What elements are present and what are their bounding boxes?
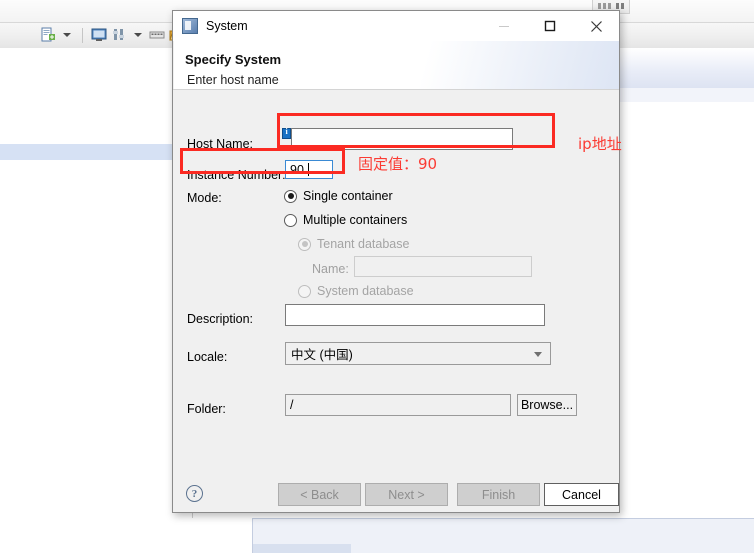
radio-system-database-label: System database <box>317 284 414 298</box>
system-window-icon <box>182 18 198 34</box>
ide-bottom-view-tab[interactable] <box>253 544 351 553</box>
locale-selected-value: 中文 (中国) <box>291 348 353 362</box>
locale-label: Locale: <box>187 350 228 364</box>
radio-multiple-containers[interactable]: Multiple containers <box>284 213 407 227</box>
annotation-instance-number-text: 固定值：90 <box>358 155 438 173</box>
ide-selected-row[interactable] <box>0 144 191 160</box>
text-caret <box>308 163 309 176</box>
radio-single-container-label: Single container <box>303 189 393 203</box>
system-monitor-icon[interactable] <box>91 27 107 43</box>
locale-select[interactable]: 中文 (中国) <box>285 342 551 365</box>
radio-system-database: System database <box>298 284 414 298</box>
keyboard-icon[interactable] <box>149 27 165 43</box>
dialog-footer: ? < Back Next > Finish Cancel <box>174 476 619 512</box>
instance-number-label: Instance Number: <box>187 168 286 182</box>
page-title: Specify System <box>185 52 282 67</box>
radio-tenant-database-label: Tenant database <box>317 237 410 251</box>
radio-button-icon[interactable] <box>284 189 297 203</box>
radio-single-container[interactable]: Single container <box>284 189 393 203</box>
annotation-host-name-text: ip地址 <box>578 135 622 153</box>
host-name-label: Host Name: <box>187 137 253 151</box>
mode-label: Mode: <box>187 191 222 205</box>
close-icon[interactable] <box>573 11 619 41</box>
chevron-down-icon[interactable] <box>534 351 542 357</box>
host-name-input[interactable] <box>291 128 513 150</box>
description-input[interactable] <box>285 304 545 326</box>
info-decoration-icon <box>282 127 291 139</box>
dialog-header: Specify System Enter host name <box>173 41 619 89</box>
tenant-name-input <box>354 256 532 277</box>
ide-left-panel[interactable] <box>0 48 193 518</box>
maximize-icon[interactable] <box>527 11 573 41</box>
instance-number-input[interactable] <box>285 160 333 179</box>
tools-icon[interactable] <box>111 27 127 43</box>
dialog-titlebar[interactable]: System <box>173 11 619 41</box>
toolbar-separator <box>82 27 83 43</box>
browse-button[interactable]: Browse... <box>517 394 577 416</box>
screen: System Specify System Enter host name Ho… <box>0 0 754 553</box>
help-icon[interactable]: ? <box>186 485 203 502</box>
folder-label: Folder: <box>187 402 226 416</box>
cancel-button[interactable]: Cancel <box>544 483 619 506</box>
description-label: Description: <box>187 312 253 326</box>
back-button[interactable]: < Back <box>278 483 361 506</box>
minimize-icon[interactable] <box>481 11 527 41</box>
finish-button[interactable]: Finish <box>457 483 540 506</box>
radio-button-icon <box>298 284 311 298</box>
folder-input[interactable] <box>285 394 511 416</box>
dialog-body: Host Name: Instance Number: Mode: Single… <box>174 90 619 476</box>
radio-tenant-database: Tenant database <box>298 237 409 251</box>
dialog-title: System <box>206 19 248 33</box>
radio-multiple-containers-label: Multiple containers <box>303 213 408 227</box>
radio-button-icon <box>298 237 311 251</box>
page-subtitle: Enter host name <box>187 73 279 87</box>
radio-button-icon[interactable] <box>284 213 297 227</box>
toolbar-dropdown-arrow-2[interactable] <box>134 33 142 37</box>
new-wizard-icon[interactable] <box>40 27 56 43</box>
system-dialog: System Specify System Enter host name Ho… <box>172 10 620 513</box>
toolbar-dropdown-arrow[interactable] <box>63 33 71 37</box>
next-button[interactable]: Next > <box>365 483 448 506</box>
tenant-name-label: Name: <box>312 262 349 276</box>
window-controls[interactable] <box>481 11 619 41</box>
